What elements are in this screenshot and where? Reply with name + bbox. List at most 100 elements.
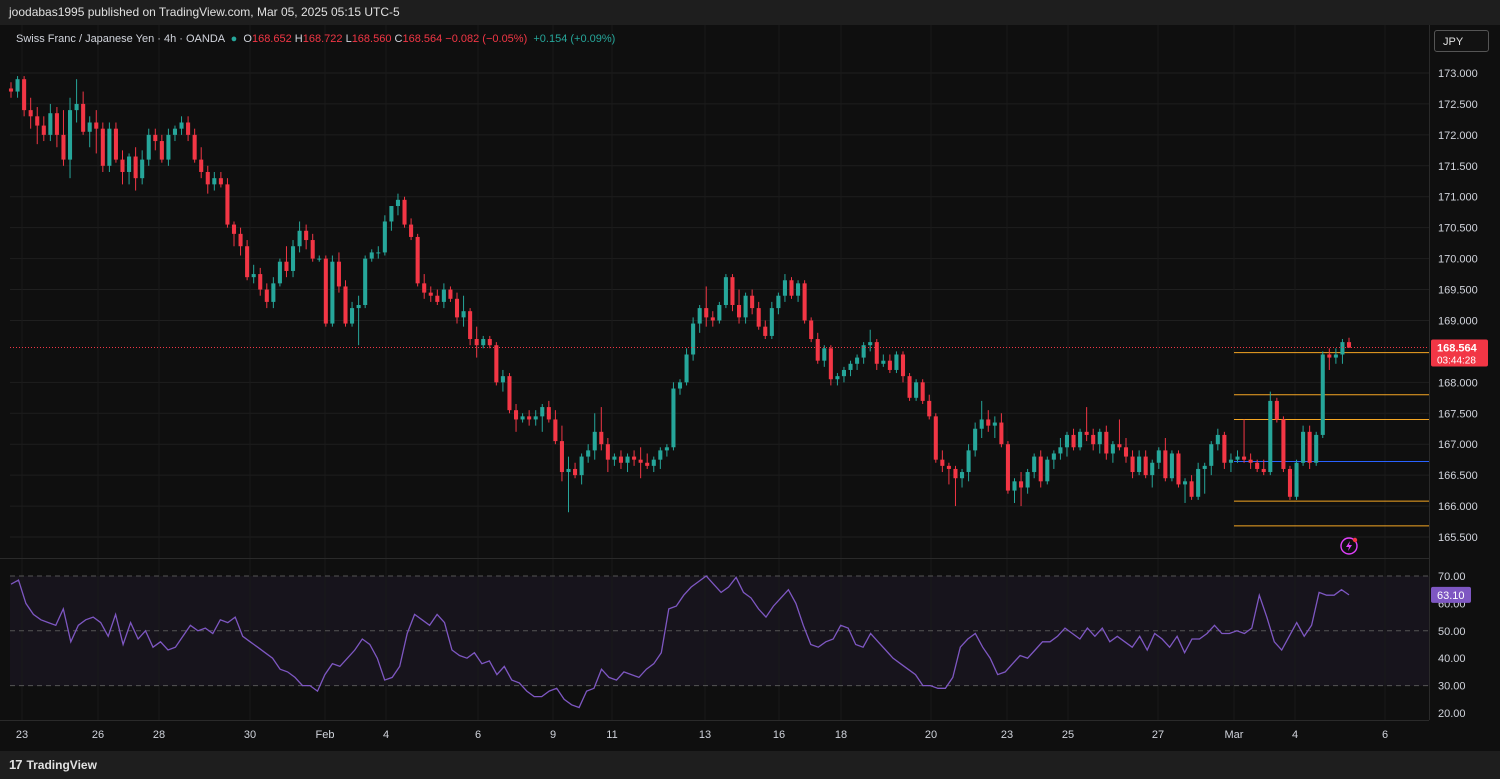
published-header: joodabas1995 published on TradingView.co…: [0, 0, 1500, 25]
candle-body: [172, 128, 178, 135]
candle-body: [1301, 431, 1306, 463]
candle-body: [1255, 462, 1260, 469]
candle-body: [8, 88, 14, 92]
candle-body: [468, 311, 473, 340]
currency-button[interactable]: JPY: [1434, 30, 1489, 52]
candle-body: [107, 128, 112, 166]
candle-body: [1071, 434, 1076, 448]
candle-body: [638, 459, 643, 463]
candle-body: [454, 298, 460, 318]
candle-body: [251, 274, 256, 278]
candle-body: [651, 459, 656, 466]
candle-body: [186, 122, 191, 135]
candle-body: [586, 450, 591, 457]
candle-body: [1346, 342, 1352, 348]
rsi-tick-label: 20.00: [1438, 708, 1466, 720]
high-value: 168.722: [302, 33, 343, 45]
candle-body: [1091, 434, 1096, 445]
candle-body: [127, 156, 132, 172]
footer-bar: 17 TradingView: [0, 751, 1500, 779]
rsi-value-label: 63.10: [1437, 590, 1465, 602]
candle-body: [1228, 459, 1233, 463]
candle-body: [959, 472, 965, 479]
candle-body: [723, 277, 728, 305]
candle-body: [855, 357, 860, 364]
candle-body: [1005, 444, 1010, 491]
chart-area[interactable]: 173.000 172.500 172.000 171.500 171.000 170.5…: [0, 25, 1500, 751]
candle-body: [1242, 456, 1247, 460]
tradingview-logo[interactable]: 17 TradingView: [9, 757, 97, 772]
candle-body: [691, 323, 696, 355]
candle-body: [1294, 462, 1299, 497]
candle-body: [1235, 456, 1240, 460]
symbol-description[interactable]: Swiss Franc / Japanese Yen · 4h · OANDA: [16, 33, 225, 45]
candle-body: [310, 240, 315, 259]
candle-body: [356, 305, 361, 309]
price-tick-label: 173.000: [1438, 68, 1478, 80]
candle-body: [546, 407, 551, 420]
rsi-tick-label: 40.00: [1438, 653, 1466, 665]
close-value: 168.564: [402, 33, 443, 45]
candle-body: [1012, 481, 1017, 491]
price-tick-label: 168.000: [1438, 377, 1478, 389]
price-chart-svg[interactable]: 173.000 172.500 172.000 171.500 171.000 170.5…: [0, 25, 1500, 751]
time-tick-label: 13: [699, 729, 711, 741]
price-tick-label: 171.000: [1438, 192, 1478, 204]
candle-body: [848, 363, 853, 370]
candle-body: [441, 289, 446, 302]
open-label: O: [243, 33, 252, 45]
candle-body: [179, 122, 184, 129]
candle-body: [448, 289, 453, 299]
candle-body: [1287, 468, 1293, 497]
candle-body: [914, 382, 919, 398]
candle-body: [35, 116, 40, 126]
candle-body: [1150, 462, 1155, 476]
dot-icon: ●: [227, 33, 241, 45]
price-tick-label: 171.500: [1438, 161, 1478, 173]
candle-body: [192, 134, 197, 160]
candle-body: [389, 206, 394, 222]
candle-body: [1209, 444, 1214, 466]
candle-body: [1078, 431, 1083, 448]
candle-body: [553, 419, 558, 442]
candle-body: [1104, 431, 1109, 454]
rsi-tick-label: 50.00: [1438, 626, 1466, 638]
candle-body: [559, 441, 564, 473]
candle-body: [1176, 453, 1181, 485]
candle-body: [1019, 481, 1024, 488]
candle-body: [592, 431, 597, 451]
candle-body: [1117, 444, 1122, 448]
candle-body: [435, 295, 440, 302]
candle-body: [1182, 481, 1188, 485]
candle-body: [1320, 354, 1325, 435]
candle-body: [579, 456, 584, 476]
candle-body: [1025, 472, 1030, 488]
time-tick-label: 6: [475, 729, 481, 741]
candle-body: [153, 134, 158, 142]
candle-body: [1137, 456, 1142, 473]
candle-body: [999, 422, 1004, 445]
candle-body: [382, 221, 387, 253]
candle-body: [684, 354, 689, 383]
candle-body: [671, 388, 676, 448]
candle-body: [140, 159, 145, 179]
candle-body: [1274, 400, 1279, 420]
candle-body: [835, 376, 840, 380]
published-text: joodabas1995 published on TradingView.co…: [9, 5, 400, 19]
candle-body: [474, 339, 479, 346]
candle-body: [113, 128, 118, 160]
price-tick-label: 170.000: [1438, 254, 1478, 266]
time-tick-label: 25: [1062, 729, 1074, 741]
candle-body: [704, 308, 709, 318]
price-tick-label: 172.000: [1438, 130, 1478, 142]
candle-body: [461, 311, 466, 318]
candle-body: [1169, 453, 1174, 479]
rsi-tick-label: 70.00: [1438, 571, 1466, 583]
candle-body: [782, 280, 787, 296]
candle-body: [750, 295, 755, 309]
candle-body: [422, 283, 427, 293]
candle-body: [376, 252, 381, 254]
price-tick-label: 169.500: [1438, 285, 1478, 297]
candle-body: [1143, 456, 1148, 476]
candle-body: [763, 326, 768, 336]
